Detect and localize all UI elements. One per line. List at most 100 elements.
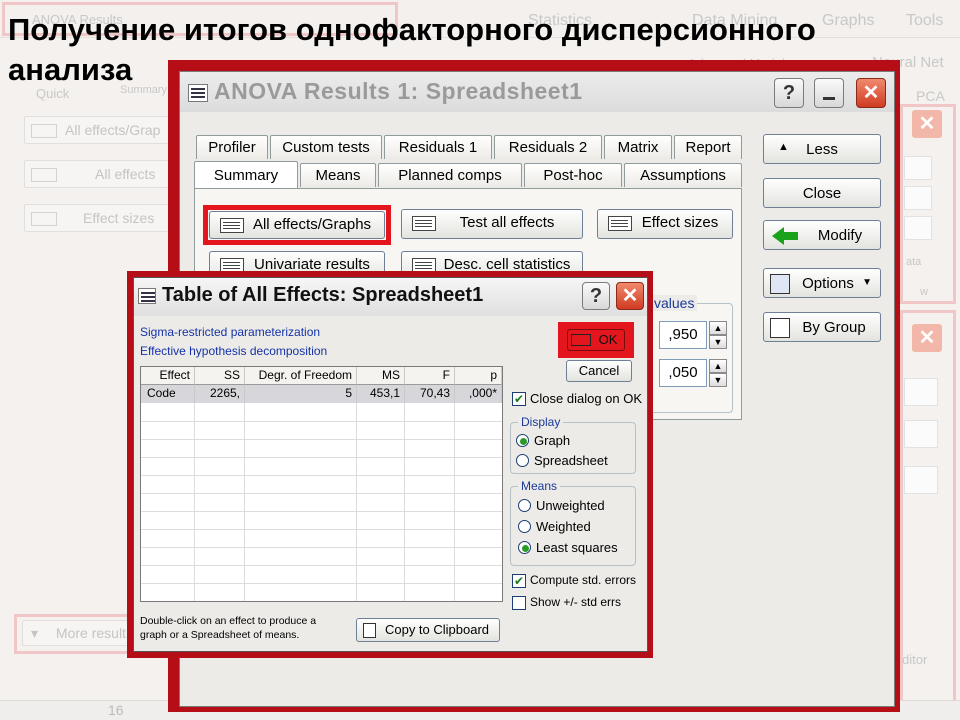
bg-fragment-ata: ata — [906, 256, 922, 268]
grid-line — [194, 403, 195, 601]
bg-close-icon: ✕ — [912, 110, 942, 138]
help-button[interactable]: ? — [582, 282, 610, 310]
compute-std-errors-checkbox[interactable]: ✔ — [512, 574, 526, 588]
tab-means[interactable]: Means — [300, 163, 376, 187]
test-all-effects-button[interactable]: Test all effects — [401, 209, 583, 239]
cancel-button[interactable]: Cancel — [566, 360, 632, 382]
grid-line — [141, 565, 502, 566]
graph-radio[interactable] — [516, 434, 529, 447]
column-header-p[interactable]: p — [455, 367, 502, 385]
minimize-icon — [823, 97, 835, 100]
effect-sizes-button[interactable]: Effect sizes — [597, 209, 733, 239]
confidence-level-input[interactable]: ,950 — [659, 321, 707, 349]
column-header-ss[interactable]: SS — [195, 367, 245, 385]
column-header-effect[interactable]: Effect — [141, 367, 195, 385]
table-cell-f[interactable]: 70,43 — [405, 385, 455, 403]
bg-grid-icon — [31, 168, 57, 183]
grid-line — [141, 475, 502, 476]
bg-fragment-w: w — [920, 286, 928, 298]
tab-report[interactable]: Report — [674, 135, 742, 159]
effects-table: Effect SS Degr. of Freedom MS F p Code 2… — [140, 366, 503, 602]
copy-to-clipboard-button[interactable]: Copy to Clipboard — [356, 618, 500, 642]
table-of-all-effects-dialog: Table of All Effects: Spreadsheet1 ? ✕ S… — [133, 277, 648, 652]
bg-field — [904, 378, 938, 406]
bg-field — [904, 186, 932, 210]
grid-line — [244, 403, 245, 601]
bg-button-all-effects: All effects/Grap — [24, 116, 174, 144]
grid-line — [141, 583, 502, 584]
bg-label-pca: PCA — [916, 88, 945, 104]
least-squares-radio-label: Least squares — [536, 540, 618, 555]
close-dialog-on-ok-label: Close dialog on OK — [530, 391, 643, 406]
table-cell-df[interactable]: 5 — [245, 385, 357, 403]
compute-std-errors-label: Compute std. errors — [530, 573, 637, 587]
means-group-title: Means — [518, 479, 561, 493]
bg-field — [904, 466, 938, 494]
table-cell-ss[interactable]: 2265, — [195, 385, 245, 403]
spin-up-icon[interactable]: ▲ — [709, 359, 727, 373]
show-std-errs-checkbox[interactable] — [512, 596, 526, 610]
column-header-df[interactable]: Degr. of Freedom — [245, 367, 357, 385]
weighted-radio[interactable] — [518, 520, 531, 533]
grid-line — [141, 421, 502, 422]
tab-residuals-2[interactable]: Residuals 2 — [494, 135, 602, 159]
bg-red-frame-right-2 — [900, 310, 956, 704]
close-icon: ✕ — [621, 285, 639, 307]
options-button[interactable]: Options ▼ — [763, 268, 881, 298]
unweighted-radio[interactable] — [518, 499, 531, 512]
tab-matrix[interactable]: Matrix — [604, 135, 672, 159]
tab-post-hoc[interactable]: Post-hoc — [524, 163, 622, 187]
bg-field — [904, 216, 932, 240]
close-dialog-button[interactable]: ✕ — [616, 282, 644, 310]
table-cell-effect[interactable]: Code — [141, 385, 195, 403]
tab-profiler[interactable]: Profiler — [196, 135, 268, 159]
tab-summary[interactable]: Summary — [194, 161, 298, 188]
column-header-f[interactable]: F — [405, 367, 455, 385]
column-header-ms[interactable]: MS — [357, 367, 405, 385]
slide-title: Получение итогов однофакторного дисперси… — [8, 12, 816, 87]
grid-line — [141, 457, 502, 458]
grid-line — [404, 403, 405, 601]
show-std-errs-label: Show +/- std errs — [530, 595, 622, 609]
modify-button[interactable]: Modify — [763, 220, 881, 250]
spreadsheet-radio-label: Spreadsheet — [534, 453, 608, 468]
spreadsheet-radio[interactable] — [516, 454, 529, 467]
parameterization-label: Sigma-restricted parameterization — [140, 325, 321, 339]
close-dialog-on-ok-checkbox[interactable]: ✔ — [512, 392, 526, 406]
tab-planned-comps[interactable]: Planned comps — [378, 163, 522, 187]
values-group-title: values — [651, 295, 698, 311]
grid-line — [141, 511, 502, 512]
close-button[interactable]: Close — [763, 178, 881, 208]
spin-down-icon[interactable]: ▼ — [709, 335, 727, 349]
tab-residuals-1[interactable]: Residuals 1 — [384, 135, 492, 159]
tab-custom-tests[interactable]: Custom tests — [270, 135, 382, 159]
tab-assumptions[interactable]: Assumptions — [624, 163, 742, 187]
bg-field — [904, 156, 932, 180]
graph-radio-label: Graph — [534, 433, 571, 448]
by-group-button[interactable]: By Group — [763, 312, 881, 342]
effects-dialog-title-bar[interactable]: Table of All Effects: Spreadsheet1 ? ✕ — [134, 278, 647, 316]
table-cell-p[interactable]: ,000* — [455, 385, 502, 403]
least-squares-radio[interactable] — [518, 541, 531, 554]
display-group-title: Display — [518, 415, 564, 429]
bg-fragment-editor: ditor — [902, 652, 928, 667]
grid-line — [141, 529, 502, 530]
ok-button[interactable]: OK — [567, 329, 625, 351]
spreadsheet-app-icon — [138, 288, 156, 304]
bg-row-number: 16 — [108, 702, 124, 718]
less-button[interactable]: ▲ Less — [763, 134, 881, 164]
all-effects-highlight — [203, 205, 391, 245]
table-cell-ms[interactable]: 453,1 — [357, 385, 405, 403]
grid-line — [141, 493, 502, 494]
grid-line — [141, 547, 502, 548]
grid-line — [356, 403, 357, 601]
significance-level-input[interactable]: ,050 — [659, 359, 707, 387]
bg-field — [904, 420, 938, 448]
bg-grid-icon — [31, 212, 57, 227]
bg-button-effect-sizes: Effect sizes — [24, 204, 174, 232]
grid-line — [141, 439, 502, 440]
spin-up-icon[interactable]: ▲ — [709, 321, 727, 335]
effects-dialog-title: Table of All Effects: Spreadsheet1 — [162, 284, 484, 306]
weighted-radio-label: Weighted — [536, 519, 591, 534]
spin-down-icon[interactable]: ▼ — [709, 373, 727, 387]
